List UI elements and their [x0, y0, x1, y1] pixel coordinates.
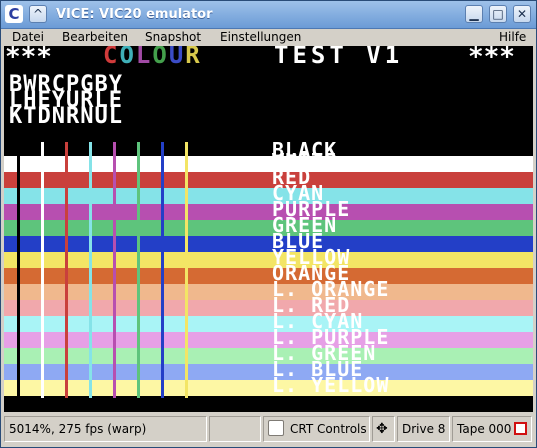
colour-band: PURPLE	[4, 199, 533, 220]
colour-band: ORANGE	[4, 263, 533, 284]
colour-band: BLACK	[4, 140, 533, 160]
colour-band: CYAN	[4, 183, 533, 204]
menu-datei[interactable]: Datei	[12, 30, 44, 44]
colour-band: BLUE	[4, 231, 533, 252]
colour-band: L. BLUE	[4, 359, 533, 380]
minimize-button[interactable]: ▁	[465, 5, 483, 23]
crt-controls-checkbox[interactable]	[268, 420, 284, 436]
header-colour: COLOUR	[103, 46, 202, 67]
colour-band: GREEN	[4, 215, 533, 236]
colour-band: WHITE	[4, 151, 533, 172]
status-bar: 5014%, 275 fps (warp) CRT Controls ✥ Dri…	[1, 413, 536, 447]
colour-stripe	[185, 142, 188, 398]
window-title: VICE: VIC20 emulator	[56, 7, 213, 22]
vice-window: C ^ VICE: VIC20 emulator ▁ □ ✕ Datei Bea…	[0, 0, 537, 448]
colour-stripe	[113, 142, 116, 398]
emulator-screen[interactable]: *** COLOUR TEST V1 *** BWRCPGBY LHEYURLE…	[4, 46, 533, 412]
close-button[interactable]: ✕	[513, 5, 531, 23]
title-bar[interactable]: C ^ VICE: VIC20 emulator ▁ □ ✕	[1, 1, 536, 29]
crt-controls-label: CRT Controls	[290, 422, 367, 436]
header-colour-letter: O	[119, 46, 136, 69]
menu-snapshot[interactable]: Snapshot	[145, 30, 201, 44]
colour-band: L. PURPLE	[4, 327, 533, 348]
colour-stripe	[137, 142, 140, 398]
colour-stripe	[161, 142, 164, 398]
colour-band: L. ORANGE	[4, 279, 533, 300]
colour-stripe	[17, 142, 20, 398]
header-test: TEST V1	[274, 46, 404, 69]
colour-stripe	[89, 142, 92, 398]
colour-band: L. CYAN	[4, 311, 533, 332]
colour-band-label: L. YELLOW	[272, 373, 390, 397]
window-menu-button[interactable]: ^	[29, 5, 47, 23]
colour-band: L. YELLOW	[4, 373, 533, 397]
joystick-icon[interactable]: ✥	[372, 416, 395, 442]
status-spacer	[209, 416, 261, 442]
header-colour-letter: R	[185, 46, 202, 69]
colour-stripe	[41, 142, 44, 398]
colour-stripe	[65, 142, 68, 398]
menu-bar: Datei Bearbeiten Snapshot Einstellungen …	[1, 29, 536, 46]
colour-band: L. RED	[4, 295, 533, 316]
colour-band: YELLOW	[4, 247, 533, 268]
header-colour-letter: L	[135, 46, 153, 69]
header-colour-letter: C	[103, 46, 120, 69]
header-colour-letter: U	[168, 46, 186, 69]
tape-led-icon	[514, 422, 528, 435]
menu-bearbeiten[interactable]: Bearbeiten	[62, 30, 128, 44]
colour-band: L. GREEN	[4, 343, 533, 364]
maximize-button[interactable]: □	[489, 5, 507, 23]
tape-label: Tape 000	[457, 422, 512, 436]
drive-status[interactable]: Drive 8	[397, 416, 450, 442]
menu-hilfe[interactable]: Hilfe	[499, 30, 526, 44]
header-colour-letter: O	[152, 46, 169, 69]
tape-status[interactable]: Tape 000	[452, 416, 532, 442]
vice-logo-icon[interactable]: C	[5, 5, 23, 23]
column-abbrev-line-3: KTDNRNUL	[9, 104, 123, 129]
speed-indicator: 5014%, 275 fps (warp)	[4, 416, 207, 442]
crt-controls-toggle[interactable]: CRT Controls	[263, 416, 370, 442]
colour-band: RED	[4, 167, 533, 188]
header-stars-right: ***	[468, 46, 515, 72]
header-stars-left: ***	[5, 46, 52, 72]
menu-einstellungen[interactable]: Einstellungen	[220, 30, 301, 44]
